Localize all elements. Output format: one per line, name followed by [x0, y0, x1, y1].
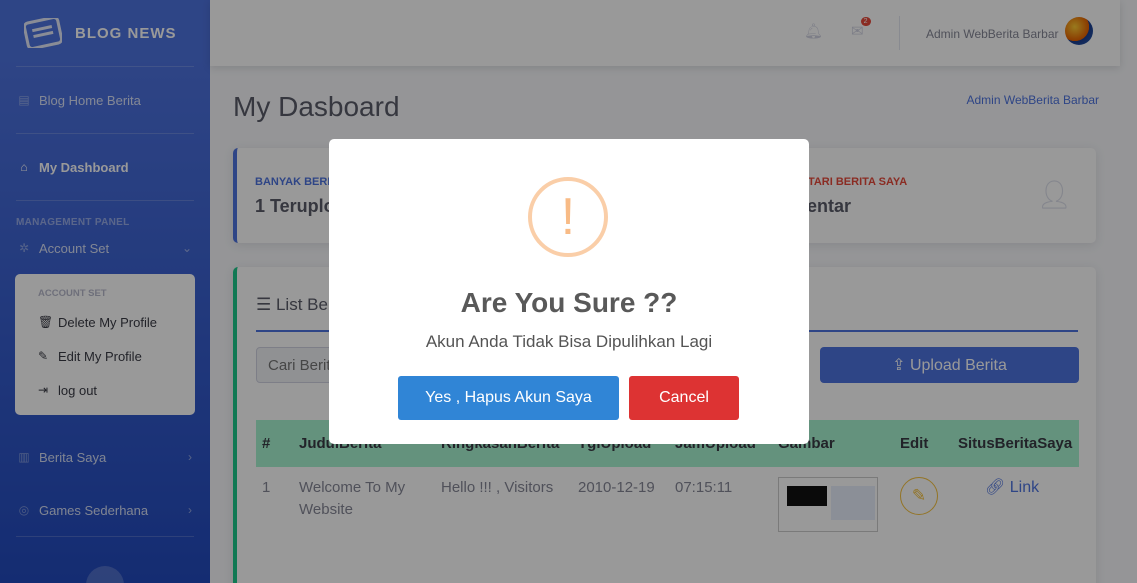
confirm-delete-button[interactable]: Yes , Hapus Akun Saya	[398, 376, 619, 420]
cancel-button[interactable]: Cancel	[629, 376, 739, 420]
warning-icon: !	[528, 177, 608, 257]
dialog-message: Akun Anda Tidak Bisa Dipulihkan Lagi	[425, 332, 713, 351]
dialog-title: Are You Sure ??	[460, 287, 678, 318]
confirm-dialog: ! Are You Sure ?? Akun Anda Tidak Bisa D…	[329, 139, 809, 444]
